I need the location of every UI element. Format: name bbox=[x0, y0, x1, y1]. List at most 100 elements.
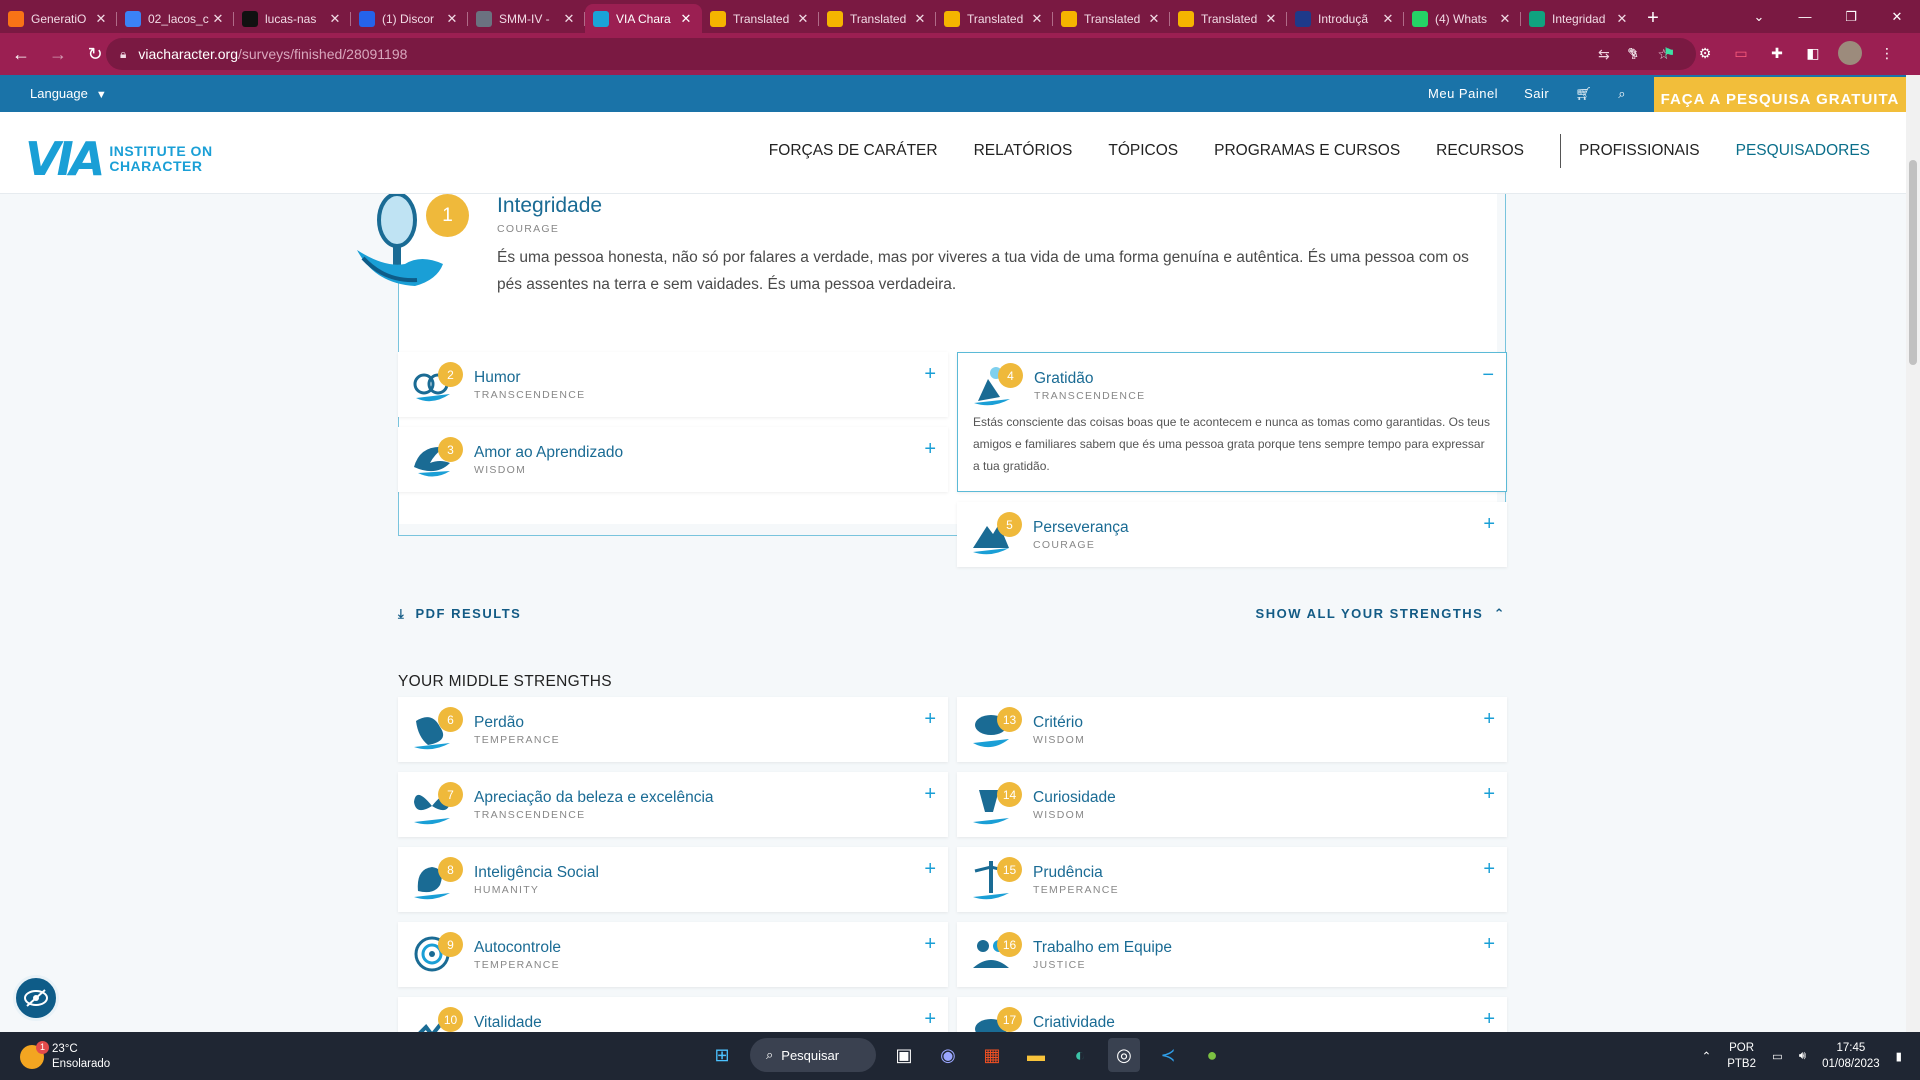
strength-card-vitalidade[interactable]: 10 Vitalidade + bbox=[398, 997, 948, 1032]
menu-kebab-icon[interactable]: ⋮ bbox=[1876, 42, 1898, 64]
puzzle-extensions-icon[interactable]: ✚ bbox=[1766, 42, 1788, 64]
address-bar[interactable]: 🔒︎ viacharacter.org/surveys/finished/280… bbox=[106, 38, 1696, 70]
close-tab-icon[interactable]: ✕ bbox=[1263, 11, 1279, 27]
strength-card-autocontrole[interactable]: 9 Autocontrole TEMPERANCE + bbox=[398, 922, 948, 987]
nav-topicos[interactable]: TÓPICOS bbox=[1108, 142, 1178, 168]
expand-plus-icon[interactable]: + bbox=[1483, 933, 1495, 956]
vscode-icon[interactable]: ≺ bbox=[1152, 1038, 1184, 1072]
edge-icon[interactable]: ◐ bbox=[1064, 1038, 1096, 1072]
strength-card-criatividade[interactable]: 17 Criatividade + bbox=[957, 997, 1507, 1032]
close-tab-icon[interactable]: ✕ bbox=[1614, 11, 1630, 27]
lock-icon[interactable]: 🔒︎ bbox=[120, 47, 126, 62]
new-tab-button[interactable]: + bbox=[1638, 4, 1668, 33]
profile-avatar[interactable] bbox=[1838, 41, 1862, 65]
close-tab-icon[interactable]: ✕ bbox=[1380, 11, 1396, 27]
browser-tab[interactable]: SMM-IV - ✕ bbox=[468, 4, 585, 33]
restore-icon[interactable]: ❐ bbox=[1828, 9, 1874, 25]
browser-tab[interactable]: (1) Discor ✕ bbox=[351, 4, 468, 33]
weather-widget[interactable]: 1 23°C Ensolarado bbox=[20, 1041, 110, 1072]
expand-plus-icon[interactable]: + bbox=[924, 783, 936, 806]
browser-tab[interactable]: Introduçã ✕ bbox=[1287, 4, 1404, 33]
expand-plus-icon[interactable]: + bbox=[924, 1008, 936, 1031]
close-tab-icon[interactable]: ✕ bbox=[1497, 11, 1513, 27]
strength-card-curiosidade[interactable]: 14 Curiosidade WISDOM + bbox=[957, 772, 1507, 837]
expand-plus-icon[interactable]: + bbox=[924, 363, 936, 386]
strength-card-trabalho-equipe[interactable]: 16 Trabalho em Equipe JUSTICE + bbox=[957, 922, 1507, 987]
close-tab-icon[interactable]: ✕ bbox=[561, 11, 577, 27]
close-tab-icon[interactable]: ✕ bbox=[93, 11, 109, 27]
screen-extension-icon[interactable]: ▭ bbox=[1730, 42, 1752, 64]
language-selector[interactable]: Language ▼ bbox=[30, 86, 107, 101]
browser-tab[interactable]: Translated ✕ bbox=[702, 4, 819, 33]
pdf-results-link[interactable]: ⤓ PDF RESULTS bbox=[398, 606, 521, 622]
file-explorer-icon[interactable]: ▬ bbox=[1020, 1038, 1052, 1072]
expand-plus-icon[interactable]: + bbox=[1483, 513, 1495, 536]
expand-plus-icon[interactable]: + bbox=[1483, 708, 1495, 731]
store-icon[interactable]: ▦ bbox=[976, 1038, 1008, 1072]
expand-plus-icon[interactable]: + bbox=[924, 858, 936, 881]
tool-extension-icon[interactable]: ⚑ bbox=[1658, 42, 1680, 64]
strength-card-criterio[interactable]: 13 Critério WISDOM + bbox=[957, 697, 1507, 762]
taskbar-search[interactable]: ⌕ Pesquisar bbox=[750, 1038, 876, 1072]
strength-card-humor[interactable]: 2 Humor TRANSCENDENCE + bbox=[398, 352, 948, 417]
show-all-strengths-link[interactable]: SHOW ALL YOUR STRENGTHS ⌃ bbox=[1256, 606, 1506, 622]
nav-recursos[interactable]: RECURSOS bbox=[1436, 142, 1524, 168]
volume-icon[interactable]: 🔊︎ bbox=[1799, 1050, 1806, 1063]
minimize-icon[interactable]: — bbox=[1782, 9, 1828, 24]
strength-card-prudencia[interactable]: 15 Prudência TEMPERANCE + bbox=[957, 847, 1507, 912]
side-panel-icon[interactable]: ◧ bbox=[1802, 42, 1824, 64]
notification-icon[interactable]: ▮ bbox=[1896, 1049, 1902, 1063]
clock[interactable]: 17:45 01/08/2023 bbox=[1822, 1040, 1880, 1072]
expand-plus-icon[interactable]: + bbox=[924, 933, 936, 956]
nav-relatorios[interactable]: RELATÓRIOS bbox=[974, 142, 1073, 168]
tab-search-icon[interactable]: ⌄ bbox=[1736, 9, 1782, 25]
browser-tab[interactable]: Translated ✕ bbox=[819, 4, 936, 33]
expand-plus-icon[interactable]: + bbox=[1483, 783, 1495, 806]
close-tab-icon[interactable]: ✕ bbox=[444, 11, 460, 27]
strength-card-apreciacao-beleza[interactable]: 7 Apreciação da beleza e excelência TRAN… bbox=[398, 772, 948, 837]
close-tab-icon[interactable]: ✕ bbox=[210, 11, 226, 27]
strength-card-gratidao[interactable]: 4 Gratidão TRANSCENDENCE − Estás conscie… bbox=[957, 352, 1507, 492]
teams-chat-icon[interactable]: ◉ bbox=[932, 1038, 964, 1072]
app-leaf-icon[interactable]: ● bbox=[1196, 1038, 1228, 1072]
task-view-icon[interactable]: ▣ bbox=[888, 1038, 920, 1072]
logout-link[interactable]: Sair bbox=[1524, 86, 1549, 102]
search-icon[interactable]: ⌕ bbox=[1618, 86, 1626, 102]
close-tab-icon[interactable]: ✕ bbox=[327, 11, 343, 27]
accessibility-button[interactable] bbox=[13, 975, 59, 1021]
via-logo[interactable]: VIA INSTITUTE ON CHARACTER bbox=[25, 132, 213, 186]
expand-plus-icon[interactable]: + bbox=[1483, 1008, 1495, 1031]
expand-plus-icon[interactable]: + bbox=[924, 438, 936, 461]
close-tab-icon[interactable]: ✕ bbox=[1029, 11, 1045, 27]
forward-icon[interactable]: → bbox=[42, 38, 74, 70]
browser-tab[interactable]: GeneratiO ✕ bbox=[0, 4, 117, 33]
nav-pesquisadores[interactable]: PESQUISADORES bbox=[1736, 142, 1870, 168]
strength-card-inteligencia-social[interactable]: 8 Inteligência Social HUMANITY + bbox=[398, 847, 948, 912]
windows-start-icon[interactable]: ⊞ bbox=[706, 1038, 738, 1072]
browser-tab[interactable]: Translated ✕ bbox=[936, 4, 1053, 33]
browser-tab[interactable]: Translated ✕ bbox=[1053, 4, 1170, 33]
chevron-up-icon[interactable]: ⌃ bbox=[1702, 1049, 1712, 1063]
strength-card-perseveranca[interactable]: 5 Perseverança COURAGE + bbox=[957, 502, 1507, 567]
collapse-minus-icon[interactable]: − bbox=[1482, 364, 1494, 387]
close-tab-icon[interactable]: ✕ bbox=[912, 11, 928, 27]
gear-extension-icon[interactable]: ⚙ bbox=[1694, 42, 1716, 64]
scrollbar-thumb[interactable] bbox=[1909, 160, 1917, 365]
back-icon[interactable]: ← bbox=[5, 38, 37, 70]
browser-tab[interactable]: Translated ✕ bbox=[1170, 4, 1287, 33]
strength-card-perdao[interactable]: 6 Perdão TEMPERANCE + bbox=[398, 697, 948, 762]
close-window-icon[interactable]: ✕ bbox=[1874, 9, 1920, 25]
dashboard-link[interactable]: Meu Painel bbox=[1428, 86, 1498, 102]
close-tab-icon[interactable]: ✕ bbox=[795, 11, 811, 27]
strength-card-amor-aprendizado[interactable]: 3 Amor ao Aprendizado WISDOM + bbox=[398, 427, 948, 492]
network-icon[interactable]: ▭ bbox=[1772, 1049, 1783, 1063]
chrome-icon[interactable]: ◎ bbox=[1108, 1038, 1140, 1072]
browser-tab-active[interactable]: VIA Chara ✕ bbox=[585, 4, 702, 33]
close-tab-icon[interactable]: ✕ bbox=[1146, 11, 1162, 27]
browser-tab[interactable]: Integridad ✕ bbox=[1521, 4, 1638, 33]
expand-plus-icon[interactable]: + bbox=[924, 708, 936, 731]
cart-icon[interactable]: 🛒︎ bbox=[1575, 86, 1592, 102]
pen-extension-icon[interactable]: ✎ bbox=[1622, 42, 1644, 64]
browser-tab[interactable]: lucas-nas ✕ bbox=[234, 4, 351, 33]
browser-tab[interactable]: (4) Whats ✕ bbox=[1404, 4, 1521, 33]
